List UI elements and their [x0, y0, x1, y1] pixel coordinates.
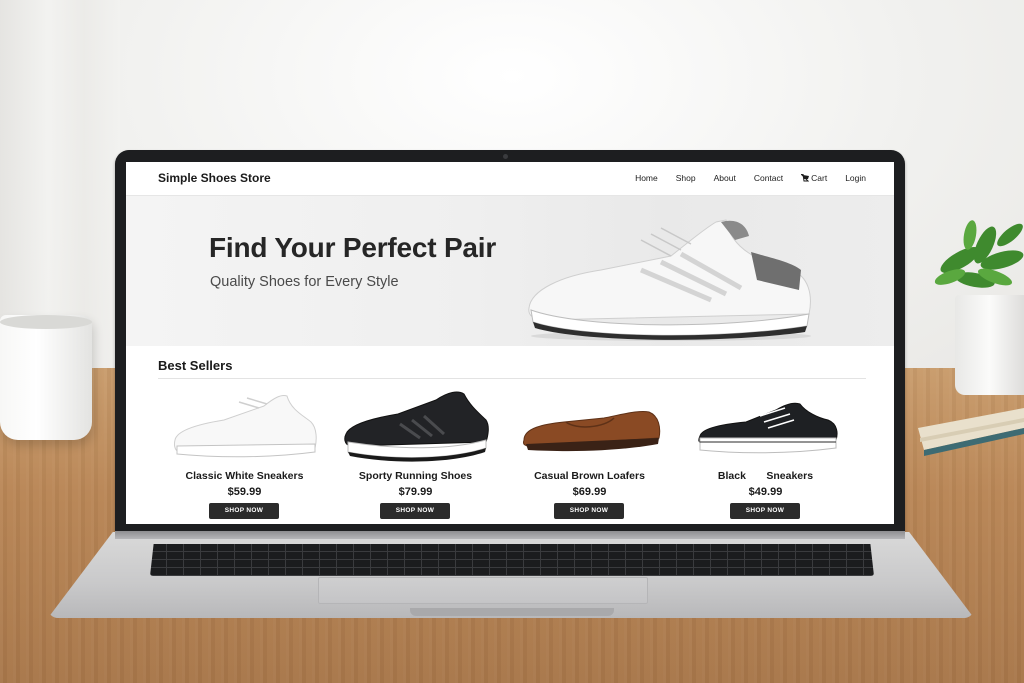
nav-cart[interactable]: Cart	[801, 173, 827, 183]
product-price: $59.99	[227, 486, 262, 498]
hero-title: Find Your Perfect Pair	[209, 232, 497, 263]
product-card: Classic White Sneakers $59.99 SHOP NOW	[157, 386, 332, 522]
webcam-icon	[503, 154, 508, 159]
stacked-books	[918, 408, 1024, 456]
nav-login[interactable]: Login	[845, 173, 866, 183]
hero-subtitle: Quality Shoes for Every Style	[210, 274, 399, 290]
nav-shop[interactable]: Shop	[676, 173, 696, 183]
best-sellers-heading: Best Sellers	[158, 358, 233, 373]
product-price: $49.99	[748, 486, 783, 498]
product-price: $79.99	[398, 486, 433, 498]
laptop-screen: Simple Shoes Store Home Shop About Conta…	[126, 162, 894, 524]
product-card: Sporty Running Shoes $79.99 SHOP NOW	[328, 386, 503, 522]
nav-contact[interactable]: Contact	[754, 173, 783, 183]
brown-loafer-image	[523, 411, 661, 452]
product-name[interactable]: Casual Brown Loafers	[502, 470, 677, 482]
shop-now-button[interactable]: SHOP NOW	[730, 503, 800, 519]
potted-plant	[934, 220, 1024, 288]
laptop-keyboard	[150, 544, 874, 576]
black-running-shoe-image	[344, 391, 489, 462]
white-sneaker-image	[174, 395, 317, 458]
nav-home[interactable]: Home	[635, 173, 658, 183]
product-name[interactable]: Classic White Sneakers	[157, 470, 332, 482]
plant-pot	[955, 295, 1024, 395]
nav-menu: Home Shop About Contact Cart Login	[617, 173, 866, 183]
shop-now-button[interactable]: SHOP NOW	[554, 503, 624, 519]
laptop-hinge	[115, 531, 905, 539]
section-divider	[158, 378, 866, 379]
black-canvas-sneaker-image	[698, 402, 838, 454]
product-price: $69.99	[572, 486, 607, 498]
laptop-front-notch	[410, 608, 614, 616]
nav-cart-label: Cart	[811, 173, 828, 183]
top-navigation-bar: Simple Shoes Store Home Shop About Conta…	[126, 162, 894, 196]
nav-about[interactable]: About	[714, 173, 736, 183]
product-name[interactable]: Black Sneakers	[678, 470, 853, 482]
cart-icon	[801, 173, 810, 181]
product-card: Black Sneakers $49.99 SHOP NOW	[678, 386, 853, 522]
coffee-mug	[0, 315, 92, 440]
shop-now-button[interactable]: SHOP NOW	[380, 503, 450, 519]
product-name[interactable]: Sporty Running Shoes	[328, 470, 503, 482]
hero-sneaker-image	[528, 219, 811, 341]
hero-banner: Find Your Perfect Pair Quality Shoes for…	[126, 196, 894, 346]
store-logo[interactable]: Simple Shoes Store	[158, 171, 271, 185]
laptop-touchpad	[318, 577, 648, 604]
shop-now-button[interactable]: SHOP NOW	[209, 503, 279, 519]
product-card: Casual Brown Loafers $69.99 SHOP NOW	[502, 386, 677, 522]
